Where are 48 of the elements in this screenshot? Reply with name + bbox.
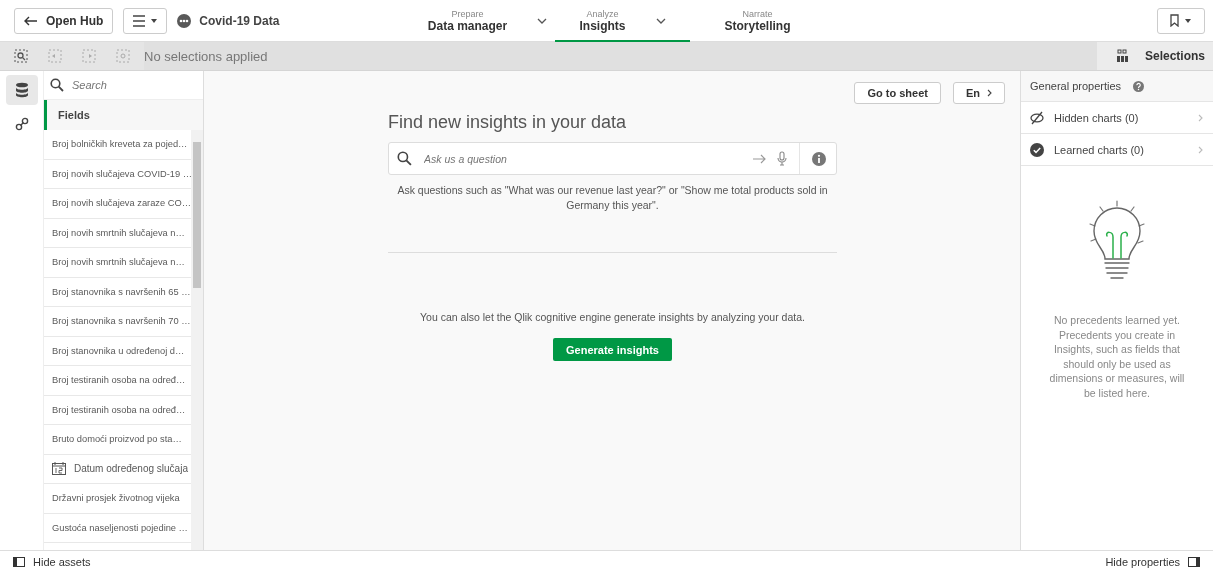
selections-icon	[1116, 49, 1129, 63]
menu-button[interactable]	[123, 7, 168, 34]
search-icon	[50, 78, 64, 92]
language-button[interactable]: En	[952, 82, 1005, 104]
selection-status: No selections applied	[144, 42, 1097, 70]
info-icon[interactable]	[812, 151, 826, 166]
chevron-right-icon	[1198, 145, 1203, 154]
engine-description: You can also let the Qlik cognitive engine generate insights by analyzing your data.	[419, 311, 806, 323]
nav-tab[interactable]: Prepare Data manager	[420, 0, 555, 42]
nav-tab[interactable]: Narrate Storytelling	[690, 0, 825, 42]
arrow-left-icon	[24, 15, 37, 26]
empty-state-message: No precedents learned yet. Precedents you create in Insights, such as fields that should only be used as dimensions or measures, will be listed here.	[1048, 313, 1186, 400]
properties-row[interactable]: Hidden charts (0)	[1021, 102, 1213, 134]
hide-properties-button[interactable]: Hide properties	[1092, 551, 1213, 572]
link-icon	[14, 117, 29, 131]
help-icon[interactable]	[1133, 80, 1145, 92]
question-hint: Ask questions such as "What was our revenue last year?" or "Show me total products sold in Germany this year".	[396, 183, 829, 213]
open-hub-button[interactable]: Open Hub	[14, 7, 114, 34]
microphone-icon[interactable]	[777, 151, 787, 166]
database-icon	[14, 82, 29, 98]
bookmark-button[interactable]	[1157, 7, 1205, 34]
fields-tab[interactable]: Fields	[44, 100, 203, 130]
properties-title: General properties	[1030, 80, 1122, 92]
search-field[interactable]: Search	[70, 78, 197, 92]
menu-icon	[132, 14, 159, 27]
chevron-right-icon	[1198, 113, 1203, 122]
calendar-icon	[52, 462, 66, 476]
question-field[interactable]: Ask us a question	[422, 151, 743, 166]
hide-assets-button[interactable]: Hide assets	[0, 551, 104, 572]
app-name: Covid-19 Data	[199, 13, 280, 28]
properties-row[interactable]: Learned charts (0)	[1021, 134, 1213, 166]
search-icon	[397, 151, 412, 166]
chevron-right-icon	[987, 89, 992, 97]
panel-icon	[1188, 556, 1200, 567]
panel-icon	[13, 556, 25, 567]
selections-button[interactable]: Selections	[1096, 42, 1213, 70]
arrow-right-icon[interactable]	[753, 153, 767, 164]
go-to-sheet-button[interactable]: Go to sheet	[854, 82, 941, 104]
question-bar[interactable]: Ask us a question	[388, 142, 837, 175]
check-circle-icon	[1030, 142, 1044, 157]
rail-button[interactable]	[5, 75, 38, 105]
selections-tool-icon[interactable]	[14, 49, 28, 63]
scrollbar[interactable]	[191, 130, 203, 550]
bookmark-icon	[1169, 14, 1193, 27]
app-icon	[177, 13, 192, 28]
insights-heading: Find new insights in your data	[388, 112, 628, 133]
hidden-icon	[1030, 110, 1044, 125]
generate-insights-button[interactable]: Generate insights	[553, 338, 672, 361]
